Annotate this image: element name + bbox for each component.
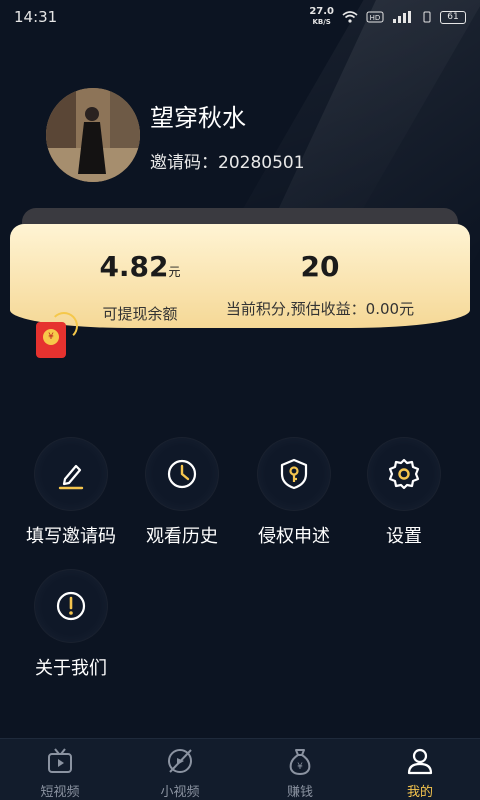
shield-key-icon — [280, 458, 308, 490]
menu-infringement-appeal[interactable]: 侵权申述 — [238, 438, 350, 548]
balance-unit: 元 — [168, 265, 181, 279]
signal-icon — [393, 11, 411, 23]
nav-earn-money[interactable]: ¥ 赚钱 — [240, 739, 360, 800]
balance-value: 4.82元 — [99, 250, 181, 283]
avatar[interactable] — [46, 88, 140, 182]
status-icons: 27.0 KB/S HD 61 — [309, 7, 466, 27]
status-time: 14:31 — [14, 8, 58, 26]
edit-icon — [58, 464, 84, 490]
points-stat[interactable]: 20 当前积分,预估收益：0.00元 — [220, 224, 420, 319]
nav-short-video[interactable]: 短视频 — [0, 739, 120, 800]
balance-stat[interactable]: 4.82元 可提现余额 — [50, 224, 230, 324]
vibrate-icon — [423, 11, 431, 23]
menu-settings[interactable]: 设置 — [348, 438, 460, 548]
points-value: 20 — [300, 250, 340, 283]
battery-icon: 61 — [440, 10, 466, 24]
nav-label: 小视频 — [160, 785, 200, 800]
clock-icon — [167, 459, 197, 489]
menu-label: 观看历史 — [146, 526, 218, 547]
nav-label: 赚钱 — [286, 785, 313, 800]
points-label: 当前积分,预估收益：0.00元 — [225, 300, 415, 318]
menu-fill-invite-code[interactable]: 填写邀请码 — [15, 438, 127, 548]
tv-icon — [48, 748, 72, 773]
wifi-icon — [342, 11, 358, 23]
wallet-card: 4.82元 可提现余额 20 当前积分,预估收益：0.00元 — [10, 224, 470, 328]
menu-about-us[interactable]: 关于我们 — [15, 570, 127, 680]
menu-label: 填写邀请码 — [26, 526, 116, 547]
menu-label: 关于我们 — [35, 658, 107, 679]
nav-label: 我的 — [406, 785, 433, 800]
person-icon — [407, 748, 433, 775]
hd-icon: HD — [366, 11, 384, 23]
status-bar: 14:31 27.0 KB/S HD 61 — [0, 0, 480, 34]
menu-label: 设置 — [386, 526, 422, 547]
nav-mine[interactable]: 我的 — [360, 739, 480, 800]
nav-label: 短视频 — [40, 785, 80, 800]
network-speed: 27.0 KB/S — [309, 6, 334, 27]
avatar-photo — [46, 88, 140, 182]
username: 望穿秋水 — [150, 104, 246, 132]
nav-mini-video[interactable]: 小视频 — [120, 739, 240, 800]
money-bag-icon: ¥ — [289, 749, 311, 776]
invite-code: 邀请码：20280501 — [150, 153, 305, 173]
svg-text:HD: HD — [370, 14, 381, 22]
info-icon — [56, 591, 86, 621]
red-packet-icon[interactable]: ¥ — [36, 322, 66, 358]
leaf-play-icon — [168, 749, 192, 773]
menu-label: 侵权申述 — [258, 526, 330, 547]
menu-watch-history[interactable]: 观看历史 — [126, 438, 238, 548]
gear-icon — [388, 458, 420, 490]
bottom-nav: 短视频 小视频 ¥ 赚钱 我的 — [0, 738, 480, 800]
svg-text:¥: ¥ — [297, 762, 303, 772]
